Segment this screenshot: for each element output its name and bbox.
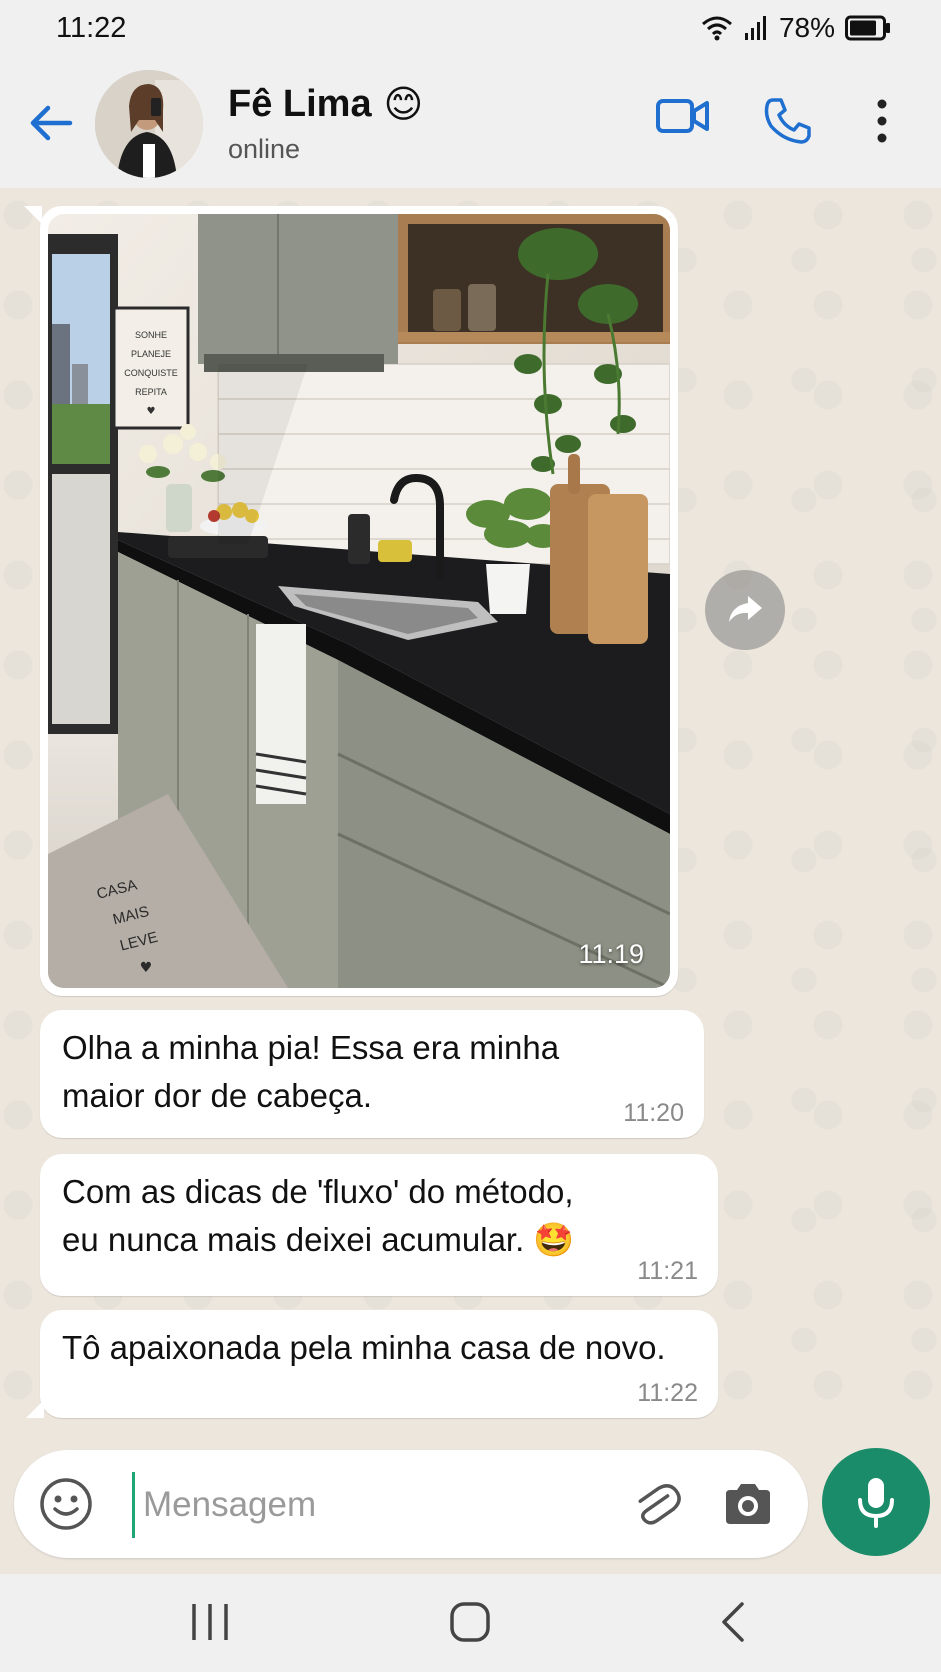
forward-button[interactable] [705,570,785,650]
message-text-line: Olha a minha pia! Essa era minha [62,1029,560,1066]
input-bar [0,1428,941,1574]
image-message[interactable]: SONHE PLANEJE CONQUISTE REPITA ♥ CASA MA… [24,206,678,996]
recents-button[interactable] [188,1600,232,1649]
poster-line-1: SONHE [135,330,167,340]
forward-icon [729,596,762,622]
system-nav-bar [0,1574,941,1672]
contact-name-text: Fê Lima [228,83,372,125]
kitchen-photo[interactable]: SONHE PLANEJE CONQUISTE REPITA ♥ CASA MA… [48,214,670,988]
message-bubble[interactable]: Olha a minha pia! Essa era minha maior d… [40,1010,704,1138]
video-call-button[interactable] [655,96,711,141]
more-vert-icon [877,99,887,143]
message-text-line: maior dor de cabeça. [62,1077,373,1114]
phone-icon [764,98,811,144]
rug-heart: ♥ [140,960,153,976]
battery-percent: 78% [778,12,835,43]
status-bar: 11:22 78% [0,0,941,58]
chat-header: Fê Lima 😊 online [0,58,941,189]
message-bubble[interactable]: Tô apaixonada pela minha casa de novo. 1… [26,1310,718,1418]
emoji-button[interactable] [38,1476,94,1537]
status-icons: 78% [701,12,891,44]
home-icon [450,1602,490,1642]
poster-line-4: REPITA [135,387,167,397]
message-text-line: Tô apaixonada pela minha casa de novo. [62,1329,666,1366]
attach-button[interactable] [628,1476,684,1537]
message-time: 11:20 [623,1099,684,1127]
home-button[interactable] [448,1600,492,1649]
voice-message-button[interactable] [822,1448,930,1556]
message-text-line: Com as dicas de 'fluxo' do método, [62,1173,574,1210]
more-options-button[interactable] [875,96,889,151]
video-call-icon [656,99,709,133]
message-time: 11:22 [637,1379,698,1407]
smile-emoji-icon: 😊 [383,84,424,126]
back-button[interactable] [26,98,76,148]
contact-name[interactable]: Fê Lima 😊 [228,82,423,127]
emoji-icon [40,1478,92,1530]
nav-back-button[interactable] [718,1600,748,1649]
contact-status: online [228,134,301,164]
poster-heart: ♥ [147,406,156,417]
poster-line-3: CONQUISTE [124,368,178,378]
back-icon [722,1602,744,1642]
message-time: 11:21 [637,1257,698,1285]
avatar[interactable] [95,70,203,178]
chat-area[interactable]: SONHE PLANEJE CONQUISTE REPITA ♥ CASA MA… [0,188,941,1428]
message-bubble[interactable]: Com as dicas de 'fluxo' do método, eu nu… [40,1154,718,1296]
poster-line-2: PLANEJE [131,349,171,359]
camera-icon [726,1484,770,1524]
mic-icon [858,1478,894,1528]
signal-icon [744,16,766,40]
voice-call-button[interactable] [763,96,813,151]
image-time: 11:19 [578,939,644,969]
message-compose-box [14,1450,808,1558]
wifi-icon [701,16,732,41]
camera-button[interactable] [720,1476,776,1537]
back-arrow-icon [30,105,73,141]
attach-icon [638,1484,681,1525]
status-time: 11:22 [56,12,127,44]
message-text-line: eu nunca mais deixei acumular. 🤩 [62,1221,575,1258]
battery-icon [845,15,890,41]
recents-icon [192,1604,228,1640]
message-input[interactable] [132,1472,615,1538]
